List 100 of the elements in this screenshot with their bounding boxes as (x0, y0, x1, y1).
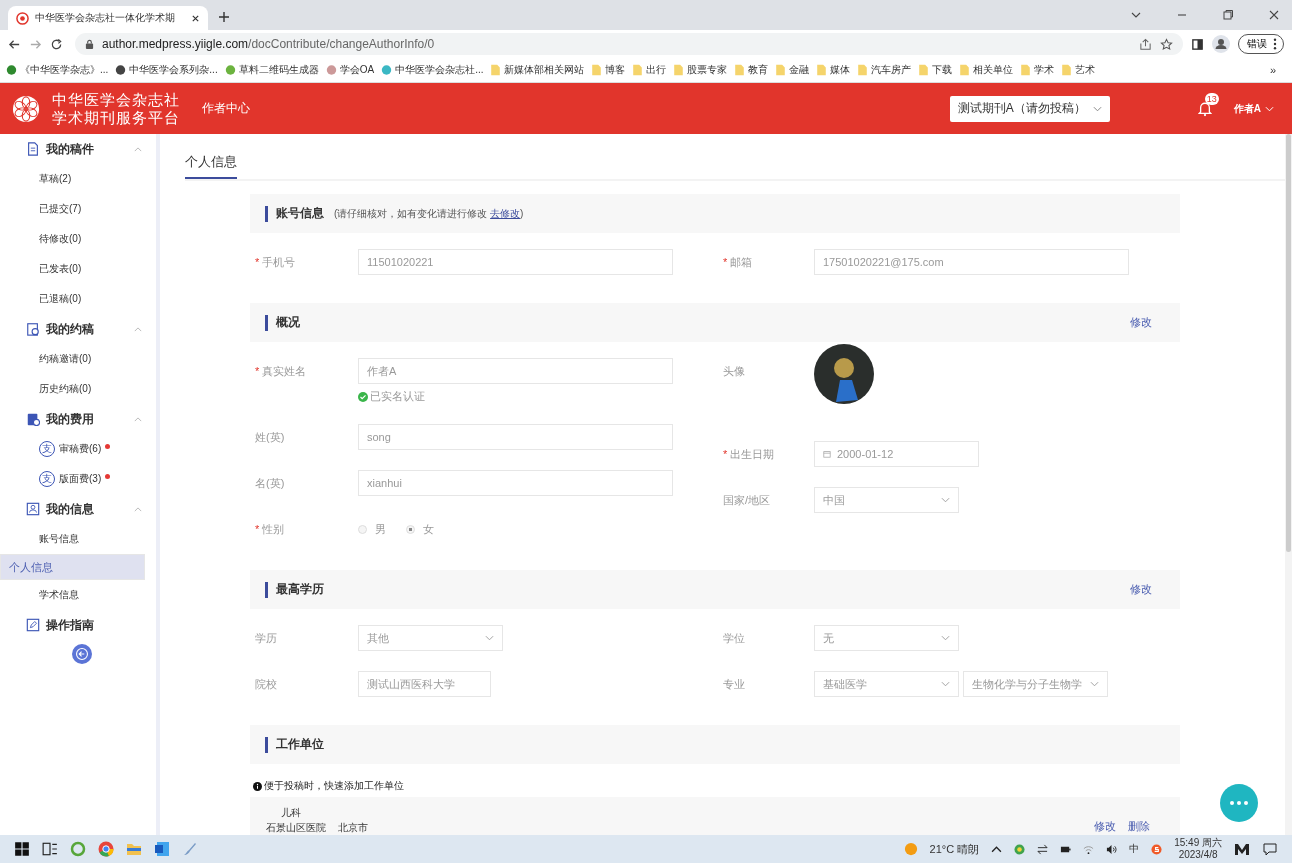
sidebar-item[interactable]: 历史约稿(0) (0, 374, 156, 404)
sidebar-item[interactable]: 账号信息 (0, 524, 156, 554)
folder-icon (857, 64, 869, 76)
close-icon[interactable] (191, 13, 200, 23)
nav-link[interactable]: 作者中心 (202, 100, 250, 117)
notifications-icon[interactable] (1262, 841, 1278, 857)
sidebar-group[interactable]: 我的信息 (0, 494, 156, 524)
edit-link[interactable]: 修改 (1130, 582, 1152, 597)
sidebar-item[interactable]: 已退稿(0) (0, 284, 156, 314)
folder-icon (959, 64, 971, 76)
bookmark[interactable]: 教育 (734, 63, 769, 77)
input-method-indicator[interactable]: 中 (1129, 842, 1140, 856)
new-tab-icon[interactable] (218, 11, 230, 23)
bookmark[interactable]: 金融 (775, 63, 810, 77)
folder-icon (918, 64, 930, 76)
weather-text[interactable]: 21°C 晴朗 (929, 841, 980, 857)
m-logo-icon[interactable] (1234, 841, 1250, 857)
sidebar-group[interactable]: 我的稿件 (0, 134, 156, 164)
check-circle-icon (358, 391, 368, 402)
speaker-icon[interactable] (1106, 843, 1118, 855)
more-bookmarks[interactable]: » (1269, 64, 1286, 76)
restore-icon[interactable] (1222, 9, 1234, 21)
profile-error-button[interactable]: 错误 (1238, 34, 1284, 54)
tray-app-icon[interactable] (1014, 843, 1026, 855)
scrollbar[interactable] (1285, 134, 1292, 835)
bookmark[interactable]: 股票专家 (673, 63, 728, 77)
user-menu[interactable]: 作者A (1233, 101, 1274, 116)
folder-icon (673, 64, 685, 76)
folder-icon (591, 64, 603, 76)
browser-tab[interactable]: 中华医学会杂志社一体化学术期 (8, 6, 208, 30)
arrows-icon[interactable] (1037, 843, 1049, 855)
bookmark[interactable]: 出行 (632, 63, 667, 77)
bookmark[interactable]: 媒体 (816, 63, 851, 77)
sidebar-group[interactable]: 我的约稿 (0, 314, 156, 344)
folder-icon (1061, 64, 1073, 76)
bookmark[interactable]: 中华医学会系列杂... (115, 63, 218, 77)
close-icon[interactable] (1268, 9, 1280, 21)
folder-icon (775, 64, 787, 76)
side-panel-icon[interactable] (1191, 37, 1204, 51)
folder-icon (1020, 64, 1032, 76)
bookmark[interactable]: 艺术 (1061, 63, 1096, 77)
bookmark[interactable]: 中华医学会杂志社... (381, 63, 484, 77)
sidebar-item[interactable]: 支 版面费(3) (0, 464, 156, 494)
sidebar-item[interactable]: 学术信息 (0, 580, 156, 610)
clock[interactable]: 15:49 周六 2023/4/8 (1174, 837, 1222, 861)
reload-icon[interactable] (50, 37, 63, 51)
sidebar-item[interactable]: 草稿(2) (0, 164, 156, 194)
bookmark[interactable]: 博客 (591, 63, 626, 77)
bookmark[interactable]: 汽车房产 (857, 63, 912, 77)
sidebar-group[interactable]: 操作指南 (0, 610, 156, 640)
bookmark[interactable]: 下载 (918, 63, 953, 77)
platform-title: 中华医学会杂志社 (52, 90, 180, 109)
document-icon (26, 142, 40, 156)
field-label: * 真实姓名 (254, 364, 308, 379)
page-tab[interactable]: 个人信息 (185, 153, 237, 179)
journal-select[interactable]: 测试期刊A（请勿投稿） (949, 95, 1110, 122)
field-label: 学历 (254, 631, 278, 646)
field-label: 国家/地区 (722, 493, 772, 508)
task-view-icon[interactable] (42, 841, 58, 857)
department-text: 儿科 (280, 806, 302, 820)
bookmark[interactable]: 学会OA (325, 63, 375, 77)
sidebar-item[interactable]: 支 审稿费(6) (0, 434, 156, 464)
field-label: 学位 (722, 631, 746, 646)
menu-icon[interactable] (1273, 38, 1277, 50)
folder-icon[interactable] (126, 841, 142, 857)
avatar-photo-placeholder[interactable] (814, 344, 874, 404)
field-label: 头像 (722, 364, 746, 379)
collapse-sidebar-icon[interactable] (72, 644, 92, 664)
bookmark[interactable]: 新媒体部相关网站 (490, 63, 585, 77)
share-icon[interactable] (1139, 37, 1152, 51)
section-hint: (请仔细核对，如有变化请进行修改 去修改) (334, 206, 524, 221)
sidebar-item[interactable]: 个人信息 (0, 554, 145, 580)
bookmark[interactable]: 相关单位 (959, 63, 1014, 77)
bookmark[interactable]: 《中华医学杂志》... (6, 63, 109, 77)
sidebar-group[interactable]: 我的费用 (0, 404, 156, 434)
sidebar-item[interactable]: 约稿邀请(0) (0, 344, 156, 374)
address-bar[interactable]: author.medpress.yiigle.com/docContribute/changeAuthorInfo/0 (75, 33, 1183, 55)
flower-logo-icon (12, 94, 40, 123)
platform-title: 学术期刊服务平台 (52, 108, 180, 127)
sidebar-item[interactable]: 已发表(0) (0, 254, 156, 284)
word-icon[interactable] (154, 841, 170, 857)
input-app-icon[interactable] (1151, 843, 1163, 855)
bookmark[interactable]: 学术 (1020, 63, 1055, 77)
caret-up-icon[interactable] (991, 843, 1003, 855)
bookmark[interactable]: 草料二维码生成器 (224, 63, 319, 77)
sidebar-item[interactable]: 已提交(7) (0, 194, 156, 224)
field-label: 专业 (722, 677, 746, 692)
windows-start-icon[interactable] (14, 841, 30, 857)
edit-icon (26, 618, 40, 632)
folder-icon (632, 64, 644, 76)
unit-action-link[interactable]: 修改 (1094, 819, 1116, 834)
star-icon[interactable] (1160, 37, 1173, 51)
chevron-down-icon (1265, 105, 1274, 112)
lock-icon (85, 38, 94, 50)
sidebar-item[interactable]: 待修改(0) (0, 224, 156, 254)
unit-action-link[interactable]: 删除 (1128, 819, 1150, 834)
field-label: * 出生日期 (722, 447, 776, 462)
chrome-icon[interactable] (98, 841, 114, 857)
profile-icon[interactable] (1212, 35, 1230, 53)
edit-link[interactable]: 修改 (1130, 315, 1152, 330)
